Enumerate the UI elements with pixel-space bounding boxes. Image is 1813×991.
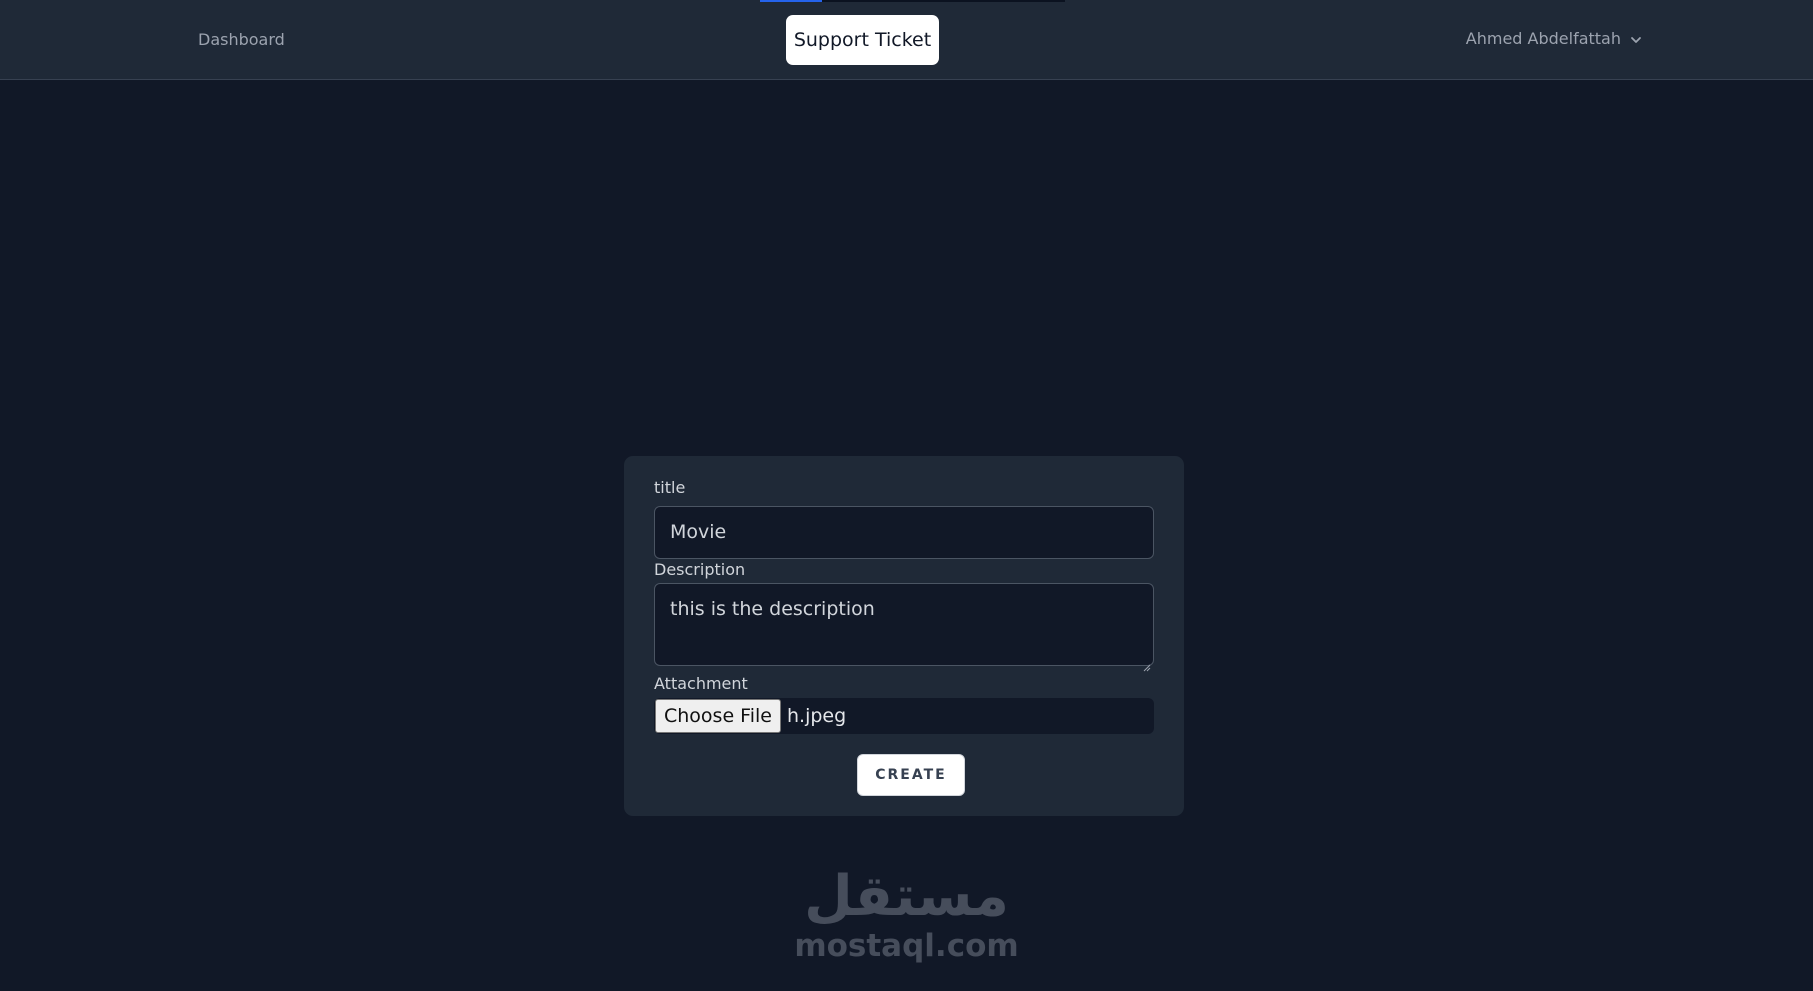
watermark-arabic-text: مستقل xyxy=(804,864,1009,929)
nav-link-support-ticket[interactable]: Support Ticket xyxy=(786,15,939,65)
choose-file-button[interactable]: Choose File xyxy=(655,699,781,733)
user-menu-button[interactable]: Ahmed Abdelfattah xyxy=(1466,29,1643,48)
watermark-latin-text: mostaql.com xyxy=(794,928,1019,964)
title-input[interactable]: Movie xyxy=(654,506,1154,559)
description-text: this is the description xyxy=(670,598,875,620)
attachment-label: Attachment xyxy=(654,674,748,693)
attachment-file-input[interactable]: Choose File h.jpeg xyxy=(654,698,1154,734)
mostaql-watermark-logo: مستقل mostaql.com xyxy=(794,862,1019,972)
ticket-form-card: title Movie Description this is the desc… xyxy=(624,456,1184,816)
description-textarea[interactable]: this is the description xyxy=(654,583,1154,672)
selected-file-name: h.jpeg xyxy=(786,705,847,727)
title-label: title xyxy=(654,478,686,497)
nav-link-dashboard[interactable]: Dashboard xyxy=(198,30,285,49)
user-name: Ahmed Abdelfattah xyxy=(1465,29,1621,48)
description-label: Description xyxy=(654,560,746,579)
resize-handle-icon[interactable] xyxy=(1143,655,1151,672)
nav-active-indicator xyxy=(760,0,822,2)
top-navbar: Dashboard Support Ticket Ahmed Abdelfatt… xyxy=(0,0,1813,80)
chevron-down-icon xyxy=(1629,32,1643,46)
create-button[interactable]: CREATE xyxy=(857,754,965,796)
